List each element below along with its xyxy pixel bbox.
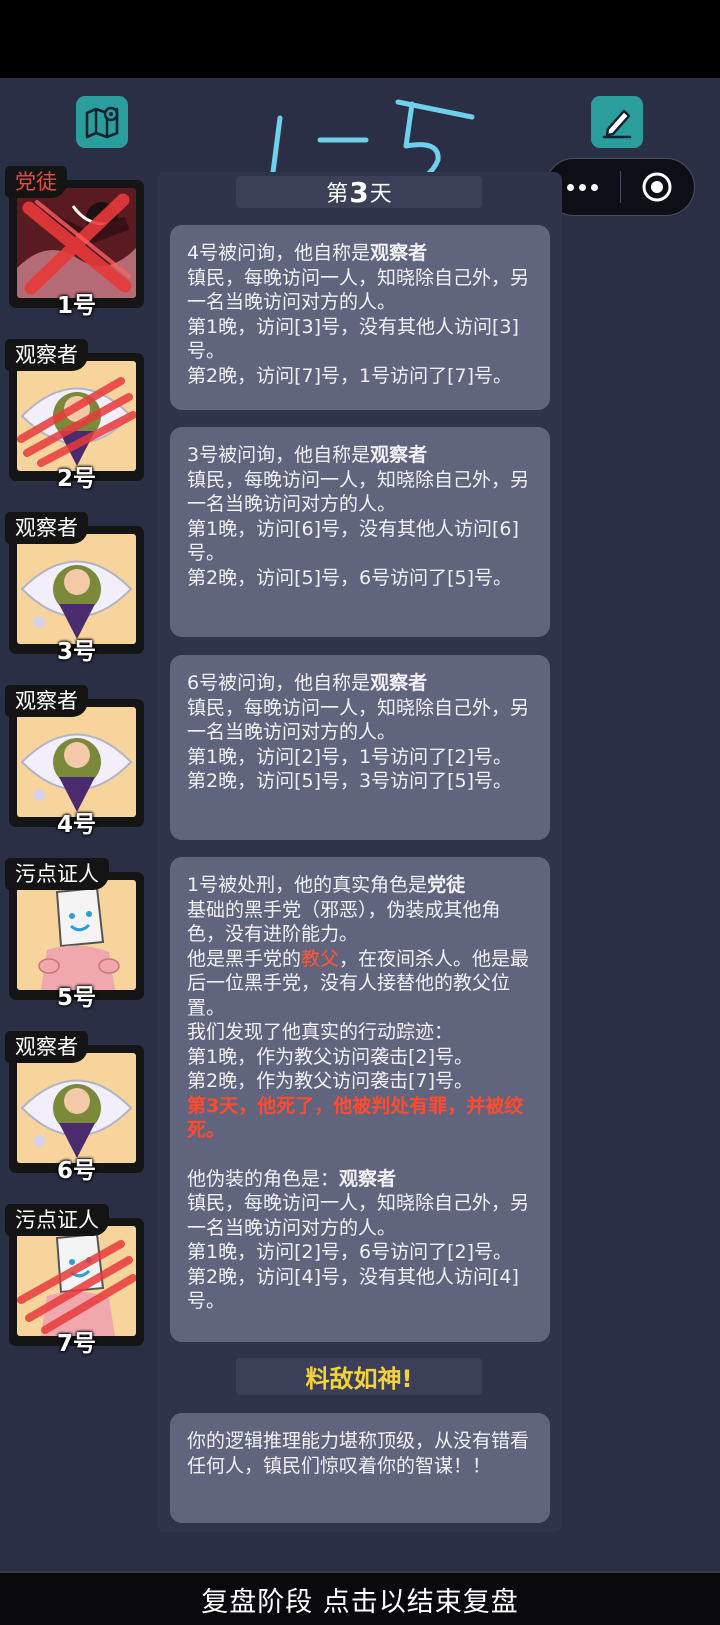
- message-line: 我们发现了他真实的行动踪迹：: [187, 1021, 454, 1043]
- player-card-5[interactable]: 污点证人 5号: [5, 858, 144, 1011]
- message-line: 第2晚，访问[5]号，3号访问了[5]号。: [187, 770, 513, 792]
- player-card-6[interactable]: 观察者 6号: [5, 1031, 144, 1184]
- message-text: 3号被问询，他自称是: [187, 444, 371, 466]
- map-pin-icon: [85, 106, 119, 139]
- rating-label: 料敌如神!: [236, 1358, 482, 1395]
- portrait-eye-girl: [17, 534, 136, 644]
- portrait-bag-head: [17, 1226, 136, 1336]
- player-number: 6号: [56, 1158, 96, 1184]
- message-line: 第1晚，访问[3]号，没有其他人访问[3]号。: [187, 315, 519, 363]
- player-number: 4号: [56, 812, 96, 838]
- status-bar: [0, 0, 720, 78]
- player-role: 观察者: [5, 685, 88, 717]
- message-line: 第2晚，访问[7]号，1号访问了[7]号。: [187, 364, 513, 387]
- portrait-bag-head: [17, 880, 136, 990]
- message-line: 他伪装的角色是：观察者: [187, 1167, 536, 1192]
- player-number: 7号: [56, 1331, 96, 1357]
- message-line: 镇民，每晚访问一人，知晓除自己外，另一名当晚访问对方的人。: [187, 266, 530, 314]
- message-text: 6号被问询，他自称是: [187, 672, 371, 694]
- message-line: 他是黑手党的教父，在夜间杀人。他是最后一位黑手党，没有人接替他的教父位置。: [187, 947, 536, 1021]
- message-line: 第1晚，访问[6]号，没有其他人访问[6]号。: [187, 517, 519, 565]
- player-role: 污点证人: [5, 858, 109, 890]
- player-role: 污点证人: [5, 1204, 109, 1236]
- message-bubble-execution: 1号被处刑，他的真实角色是党徒 基础的黑手党（邪恶），伪装成其他角色，没有进阶能…: [170, 857, 550, 1342]
- message-bubble-summary: 你的逻辑推理能力堪称顶级，从没有错看任何人，镇民们惊叹着你的智谋！！: [170, 1413, 550, 1523]
- player-role: 观察者: [5, 1031, 88, 1063]
- map-button[interactable]: [76, 96, 128, 148]
- message-text: 1号被处刑，他的真实角色是: [187, 874, 428, 896]
- message-line: 第1晚，作为教父访问袭击[2]号。: [187, 1045, 474, 1068]
- message-text: 他伪装的角色是：: [187, 1167, 340, 1190]
- claimed-role: 观察者: [370, 444, 428, 466]
- message-line: 你的逻辑推理能力堪称顶级，从没有错看任何人，镇民们惊叹着你的智谋！！: [187, 1430, 530, 1477]
- message-line: 镇民，每晚访问一人，知晓除自己外，另一名当晚访问对方的人。: [187, 696, 530, 744]
- message-line: 第1晚，访问[2]号，6号访问了[2]号。: [187, 1241, 513, 1263]
- day-label: 第3天: [236, 175, 482, 209]
- message-line: 第2晚，访问[5]号，6号访问了[5]号。: [187, 566, 513, 589]
- day-prefix: 第: [326, 182, 349, 207]
- message-line: 第1晚，访问[2]号，1号访问了[2]号。: [187, 745, 513, 768]
- message-line: 1号被处刑，他的真实角色是党徒: [187, 873, 536, 898]
- portrait-dark-figure: [17, 188, 136, 298]
- godfather-highlight: 教父: [301, 947, 340, 970]
- portrait-eye-girl: [17, 1053, 136, 1163]
- message-line: 4号被问询，他自称是观察者: [187, 241, 536, 266]
- claimed-role: 观察者: [370, 672, 428, 694]
- target-circle-icon[interactable]: [621, 170, 695, 204]
- player-card-1[interactable]: 党徒 1号: [5, 166, 144, 319]
- player-number: 5号: [56, 985, 96, 1011]
- end-review-button[interactable]: 复盘阶段 点击以结束复盘: [0, 1571, 720, 1625]
- player-card-4[interactable]: 观察者 4号: [5, 685, 144, 838]
- player-card-2[interactable]: 观察者 2号: [5, 339, 144, 492]
- player-card-3[interactable]: 观察者 3号: [5, 512, 144, 665]
- portrait-eye-girl: [17, 707, 136, 817]
- player-role: 观察者: [5, 512, 88, 544]
- message-line: 第2晚，访问[4]号，没有其他人访问[4]号。: [187, 1265, 519, 1313]
- player-role: 观察者: [5, 339, 88, 371]
- player-number: 3号: [56, 639, 96, 665]
- portrait-eye-girl: [17, 361, 136, 471]
- player-role: 党徒: [5, 166, 67, 198]
- message-line: 第2晚，作为教父访问袭击[7]号。: [187, 1070, 474, 1092]
- message-text: 4号被问询，他自称是: [187, 242, 371, 264]
- message-bubble-1: 4号被问询，他自称是观察者 镇民，每晚访问一人，知晓除自己外，另一名当晚访问对方…: [170, 225, 550, 410]
- mini-program-capsule: [545, 158, 695, 216]
- message-line: 镇民，每晚访问一人，知晓除自己外，另一名当晚访问对方的人。: [187, 468, 530, 516]
- message-bubble-3: 6号被问询，他自称是观察者 镇民，每晚访问一人，知晓除自己外，另一名当晚访问对方…: [170, 655, 550, 840]
- claimed-role: 观察者: [370, 242, 428, 264]
- message-line: 3号被问询，他自称是观察者: [187, 443, 536, 468]
- message-line: 镇民，每晚访问一人，知晓除自己外，另一名当晚访问对方的人。: [187, 1192, 530, 1239]
- verdict-line: 第3天，他死了，他被判处有罪，并被绞死。: [187, 1094, 524, 1142]
- message-bubble-2: 3号被问询，他自称是观察者 镇民，每晚访问一人，知晓除自己外，另一名当晚访问对方…: [170, 427, 550, 637]
- pen-note-icon: [602, 109, 632, 139]
- message-text: 他是黑手党的: [187, 947, 302, 970]
- day-number: 3: [349, 175, 369, 209]
- player-card-7[interactable]: 污点证人 7号: [5, 1204, 144, 1357]
- true-role: 党徒: [427, 874, 466, 896]
- notes-button[interactable]: [591, 96, 643, 148]
- day-suffix: 天: [369, 182, 392, 207]
- player-number: 2号: [56, 466, 96, 492]
- message-line: 6号被问询，他自称是观察者: [187, 671, 536, 696]
- player-number: 1号: [56, 293, 96, 319]
- disguise-role: 观察者: [339, 1167, 397, 1190]
- message-line: 基础的黑手党（邪恶），伪装成其他角色，没有进阶能力。: [187, 898, 501, 946]
